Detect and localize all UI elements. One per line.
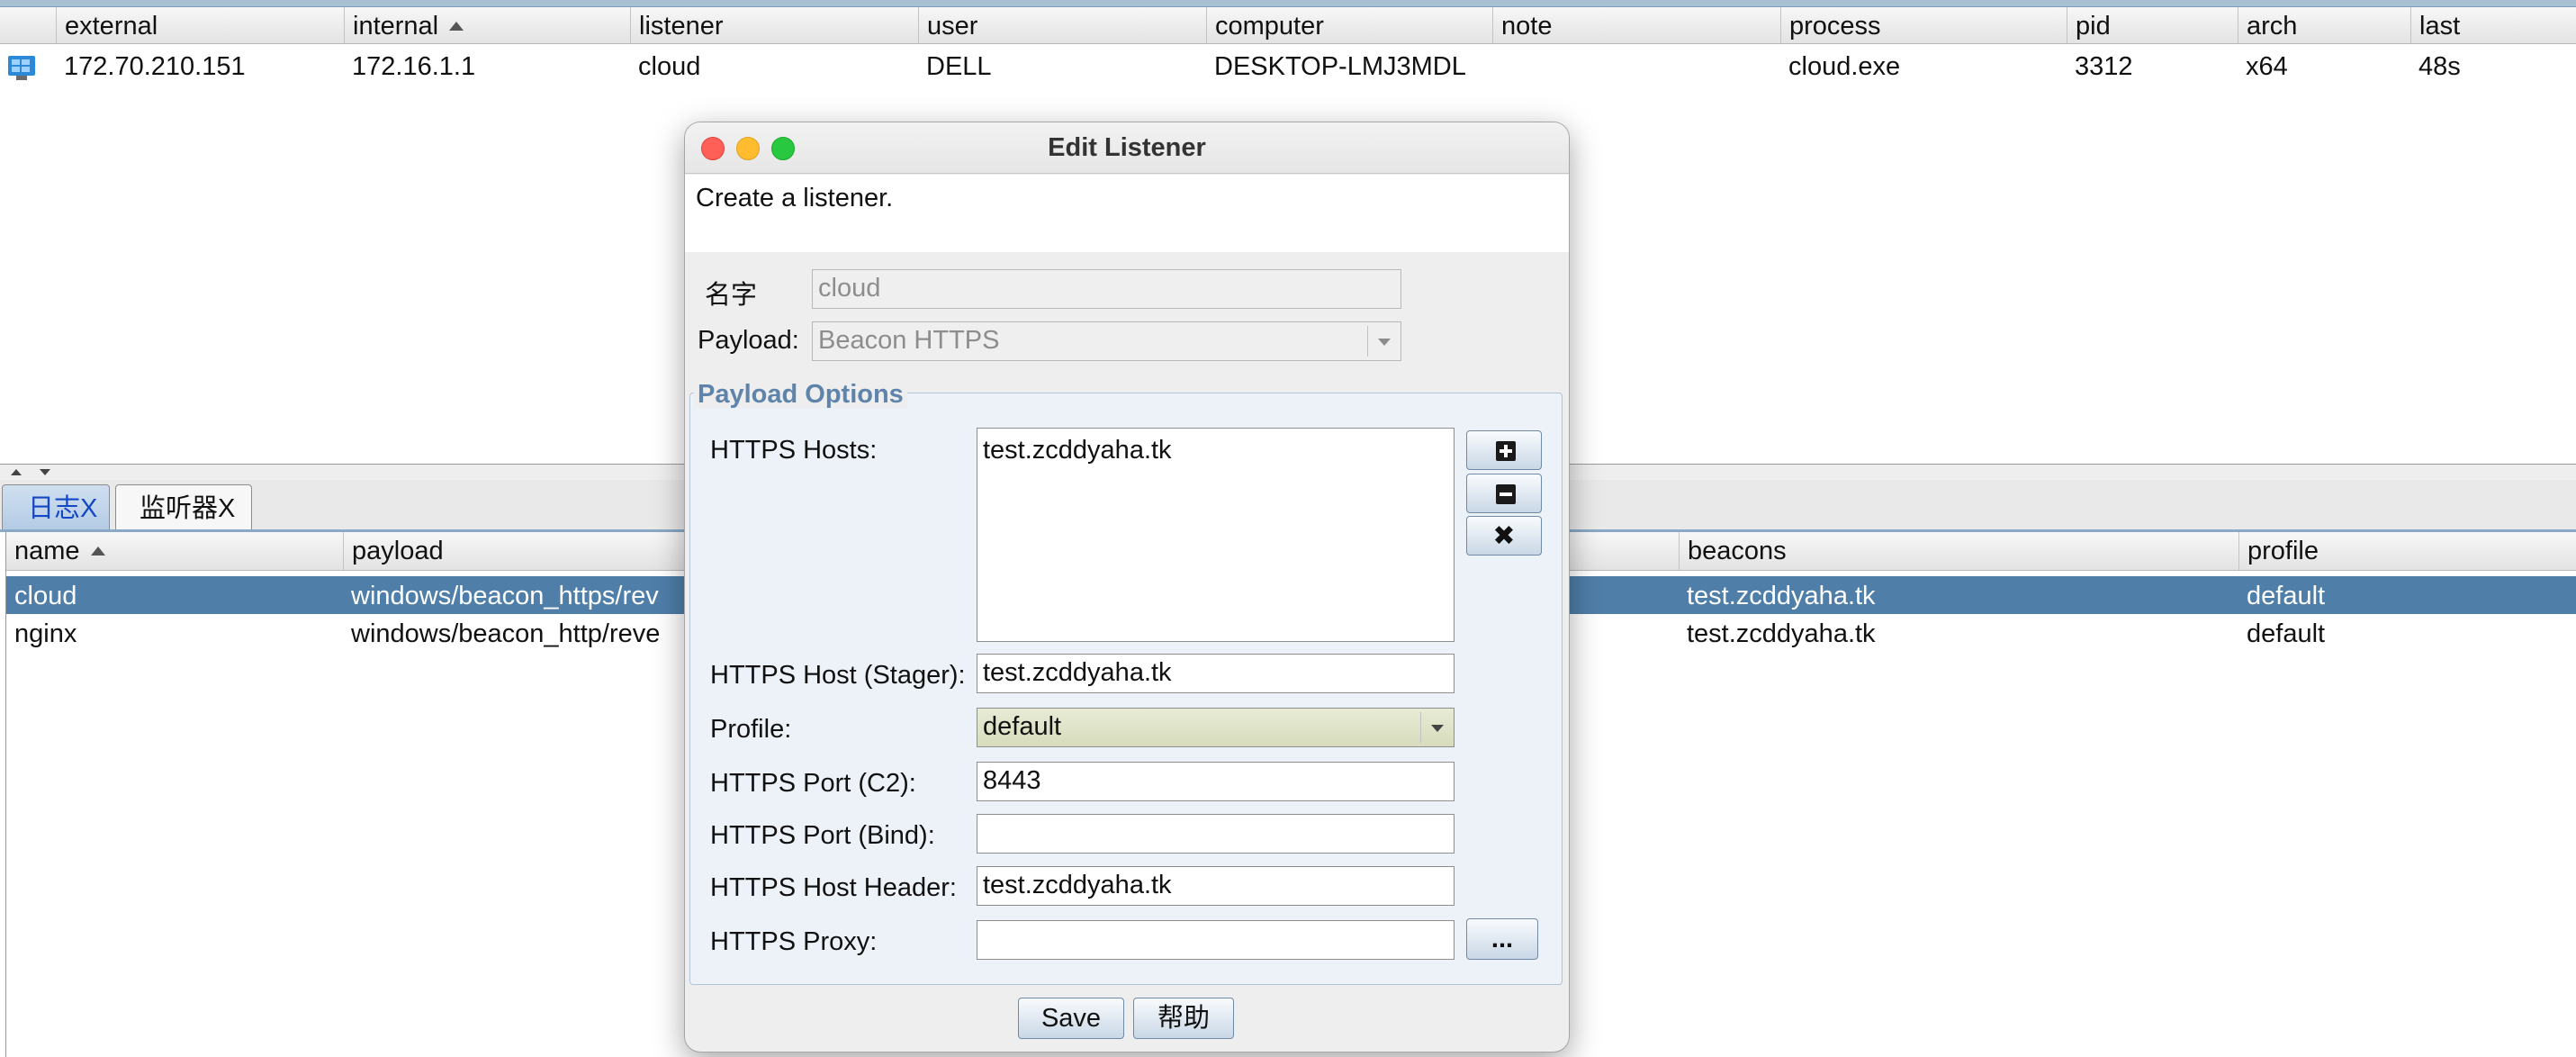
- proxy-label: HTTPS Proxy:: [710, 927, 878, 956]
- column-header-listener[interactable]: listener: [630, 7, 918, 43]
- port-c2-input[interactable]: 8443: [977, 762, 1455, 801]
- beacon-row[interactable]: 172.70.210.151 172.16.1.1 cloud DELL DES…: [0, 47, 2576, 86]
- cell-profile: default: [2247, 582, 2326, 610]
- column-header-external[interactable]: external: [56, 7, 344, 43]
- column-header-beacons[interactable]: beacons: [1679, 532, 2238, 570]
- host-list-item[interactable]: test.zcddyaha.tk: [983, 436, 1172, 465]
- close-x-icon: ✖: [1492, 521, 1516, 551]
- host-header-label: HTTPS Host Header:: [710, 873, 957, 902]
- https-hosts-list[interactable]: test.zcddyaha.tk: [977, 428, 1455, 642]
- name-field[interactable]: cloud: [812, 269, 1401, 309]
- cell-pid: 3312: [2075, 52, 2133, 81]
- payload-options-title: Payload Options: [694, 381, 907, 408]
- payload-label: Payload:: [698, 326, 799, 355]
- cell-beacons: test.zcddyaha.tk: [1687, 582, 1876, 610]
- description-text: Create a listener.: [696, 184, 894, 212]
- host-header-input[interactable]: test.zcddyaha.tk: [977, 866, 1455, 906]
- dialog-titlebar[interactable]: Edit Listener: [685, 122, 1569, 174]
- column-header-pid[interactable]: pid: [2067, 7, 2238, 43]
- sort-ascending-icon: [90, 547, 105, 556]
- cell-profile: default: [2247, 619, 2326, 648]
- port-bind-label: HTTPS Port (Bind):: [710, 821, 935, 850]
- collapse-up-icon[interactable]: [11, 469, 22, 475]
- cell-user: DELL: [926, 52, 992, 81]
- cell-payload: windows/beacon_http/reve: [351, 619, 661, 648]
- column-header-note[interactable]: note: [1492, 7, 1780, 43]
- profile-label: Profile:: [710, 715, 792, 744]
- cell-arch: x64: [2246, 52, 2288, 81]
- add-host-button[interactable]: [1466, 430, 1542, 470]
- clear-hosts-button[interactable]: ✖: [1466, 516, 1542, 556]
- column-header-arch[interactable]: arch: [2238, 7, 2410, 43]
- dialog-title: Edit Listener: [1048, 133, 1206, 162]
- payload-select[interactable]: Beacon HTTPS: [812, 321, 1401, 361]
- minus-square-icon: [1496, 484, 1516, 504]
- tab-listeners[interactable]: 监听器X: [115, 484, 252, 530]
- stager-host-input[interactable]: test.zcddyaha.tk: [977, 654, 1455, 693]
- cell-computer: DESKTOP-LMJ3MDL: [1214, 52, 1466, 81]
- payload-select-value: Beacon HTTPS: [818, 326, 1000, 355]
- cell-name: nginx: [14, 619, 77, 648]
- port-bind-input[interactable]: [977, 814, 1455, 854]
- help-button[interactable]: 帮助: [1133, 998, 1234, 1039]
- cell-listener: cloud: [638, 52, 701, 81]
- column-header-process[interactable]: process: [1780, 7, 2067, 43]
- proxy-input[interactable]: [977, 920, 1455, 960]
- port-c2-label: HTTPS Port (C2):: [710, 769, 916, 798]
- edit-listener-dialog: Edit Listener Create a listener. 名字 clou…: [684, 122, 1570, 1052]
- cell-last: 48s: [2418, 52, 2461, 81]
- profile-select[interactable]: default: [977, 708, 1455, 747]
- column-header-name[interactable]: name: [6, 532, 343, 570]
- cell-process: cloud.exe: [1788, 52, 1901, 81]
- column-header-user[interactable]: user: [918, 7, 1206, 43]
- stager-host-label: HTTPS Host (Stager):: [710, 661, 966, 690]
- windows-computer-icon: [8, 56, 35, 80]
- cell-note: [1492, 47, 1780, 86]
- column-header-profile[interactable]: profile: [2238, 532, 2576, 570]
- column-header-computer[interactable]: computer: [1206, 7, 1492, 43]
- sort-ascending-icon: [449, 22, 464, 31]
- chevron-down-icon: [1420, 712, 1451, 743]
- cell-name: cloud: [14, 582, 77, 610]
- chevron-down-icon: [1367, 326, 1398, 357]
- name-label: 名字: [705, 281, 758, 310]
- tab-log[interactable]: 日志X: [2, 484, 110, 530]
- profile-select-value: default: [983, 712, 1062, 741]
- window-top-strip: [0, 0, 2576, 7]
- collapse-down-icon[interactable]: [40, 469, 50, 475]
- proxy-settings-button[interactable]: ...: [1466, 918, 1538, 960]
- cell-beacons: test.zcddyaha.tk: [1687, 619, 1876, 648]
- cell-external: 172.70.210.151: [64, 52, 246, 81]
- cell-payload: windows/beacon_https/rev: [351, 582, 659, 610]
- column-header-icon[interactable]: [0, 7, 56, 43]
- beacons-table-header: external internal listener user computer…: [0, 7, 2576, 44]
- column-header-internal[interactable]: internal: [344, 7, 630, 43]
- save-button[interactable]: Save: [1018, 998, 1124, 1039]
- plus-square-icon: [1496, 441, 1516, 461]
- column-header-last[interactable]: last: [2410, 7, 2576, 43]
- remove-host-button[interactable]: [1466, 474, 1542, 513]
- https-hosts-label: HTTPS Hosts:: [710, 436, 878, 465]
- dialog-description: Create a listener.: [685, 175, 1569, 252]
- cell-internal: 172.16.1.1: [352, 52, 476, 81]
